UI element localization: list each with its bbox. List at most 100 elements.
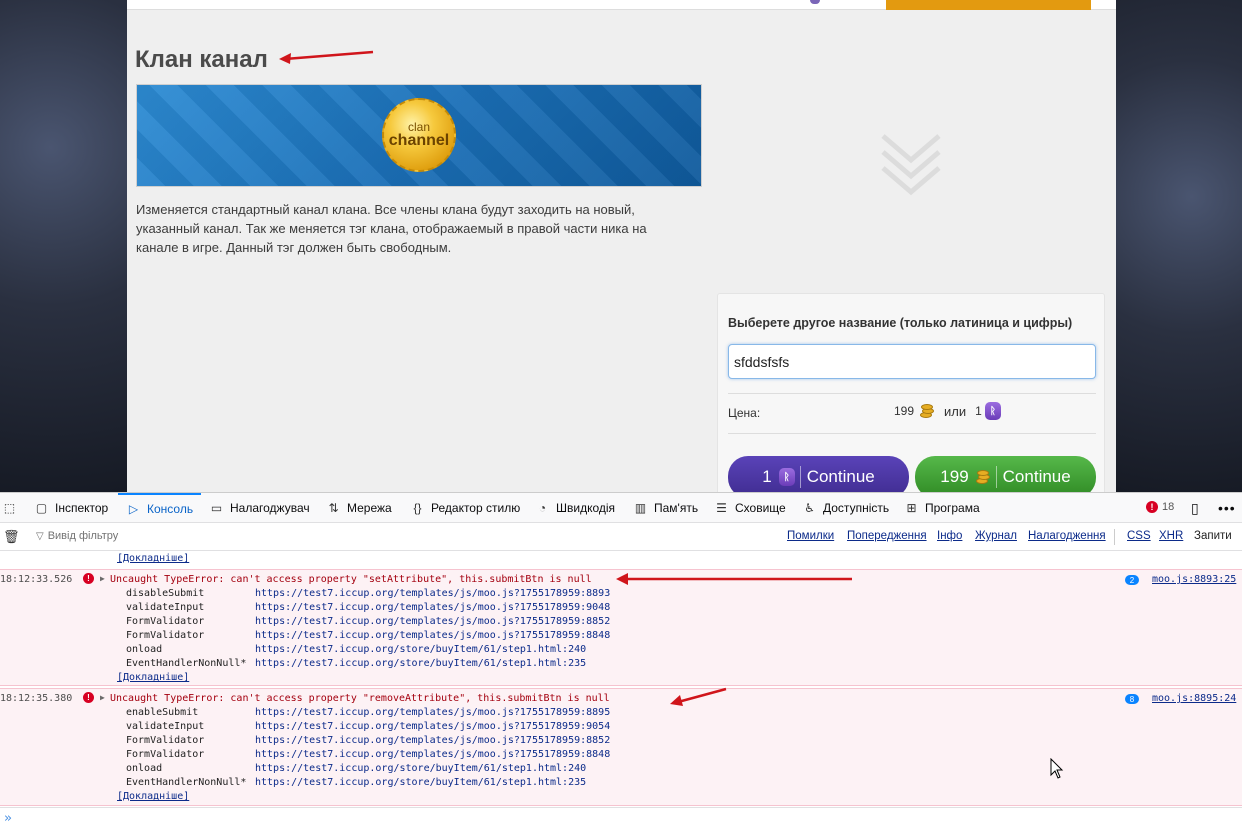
price-label: Цена: — [728, 406, 761, 420]
purchase-form: Выберете другое название (только латиниц… — [717, 293, 1105, 492]
price-values: 199 или 1 ᚱ — [894, 402, 1001, 420]
stack-url[interactable]: https://test7.iccup.org/store/buyItem/61… — [255, 763, 586, 774]
stack-url[interactable]: https://test7.iccup.org/store/buyItem/61… — [255, 658, 586, 669]
stack-function: disableSubmit — [126, 588, 205, 599]
filter-debug[interactable]: Налагодження — [1028, 530, 1106, 542]
stack-url[interactable]: https://test7.iccup.org/templates/js/moo… — [255, 588, 610, 599]
filter-xhr[interactable]: XHR — [1159, 530, 1183, 542]
filter-placeholder: Вивід фільтру — [47, 530, 119, 542]
error-message[interactable]: Uncaught TypeError: can't access propert… — [110, 693, 610, 704]
clan-channel-coin-icon: clan channel — [382, 98, 456, 172]
btn-rune-label: Continue — [806, 467, 875, 486]
expand-triangle-icon[interactable]: ▶ — [100, 693, 105, 702]
stack-url[interactable]: https://test7.iccup.org/store/buyItem/61… — [255, 777, 586, 788]
tab-debugger[interactable]: ▭ Налагоджувач — [209, 493, 310, 523]
filter-info[interactable]: Інфо — [937, 530, 962, 542]
repeat-count-badge: 2 — [1125, 575, 1139, 585]
tab-storage[interactable]: ☰ Сховище — [714, 493, 786, 523]
filter-css[interactable]: CSS — [1127, 530, 1151, 542]
stack-url[interactable]: https://test7.iccup.org/templates/js/moo… — [255, 749, 610, 760]
tab-label: Доступність — [823, 501, 890, 515]
filter-requests[interactable]: Запити — [1194, 530, 1232, 542]
tab-memory[interactable]: ▥ Пам'ять — [633, 493, 698, 523]
btn-rune-amount: 1 — [762, 467, 772, 486]
continue-gold-button[interactable]: 199 Continue — [915, 456, 1096, 492]
header-icon[interactable] — [810, 0, 820, 4]
prompt-chevron-icon: » — [4, 811, 12, 826]
error-location-link[interactable]: moo.js:8893:25 — [1152, 574, 1236, 585]
tab-inspector[interactable]: ▢ Інспектор — [34, 493, 108, 523]
tab-label: Швидкодія — [556, 501, 616, 515]
learn-more-link[interactable]: [Докладніше] — [117, 791, 189, 802]
divider — [728, 393, 1096, 394]
channel-name-input[interactable] — [728, 344, 1096, 379]
error-icon: ! — [1146, 501, 1158, 513]
picker-icon: ⬚ — [3, 501, 16, 515]
stack-url[interactable]: https://test7.iccup.org/templates/js/moo… — [255, 735, 610, 746]
responsive-mode-icon[interactable]: ▯ — [1191, 493, 1199, 523]
more-options-icon[interactable]: ••• — [1218, 493, 1236, 523]
accessibility-icon: ♿ — [804, 501, 815, 515]
error-timestamp: 18:12:35.380 — [0, 693, 73, 704]
console-icon: ▷ — [128, 502, 139, 516]
stack-url[interactable]: https://test7.iccup.org/templates/js/moo… — [255, 721, 610, 732]
rune-icon: ᚱ — [984, 402, 1001, 420]
tab-style-editor[interactable]: {} Редактор стилю — [410, 493, 520, 523]
clear-console-icon[interactable]: 🗑 — [3, 529, 20, 545]
tab-network[interactable]: ⇅ Мережа — [326, 493, 391, 523]
stack-function: EventHandlerNonNull* — [126, 777, 247, 788]
error-timestamp: 18:12:33.526 — [0, 574, 73, 585]
tab-label: Програма — [925, 501, 980, 515]
stack-function: FormValidator — [126, 616, 205, 627]
tab-application[interactable]: ⊞ Програма — [904, 493, 980, 523]
stack-function: validateInput — [126, 721, 205, 732]
header-accent-button[interactable] — [886, 0, 1091, 10]
price-rune-value: 1 — [975, 404, 982, 418]
console-error-entry: 18:12:35.380 ! ▶ Uncaught TypeError: can… — [0, 688, 1242, 806]
tab-label: Інспектор — [55, 501, 109, 515]
page-background-left — [0, 0, 127, 492]
error-count-value: 18 — [1162, 501, 1175, 513]
error-message[interactable]: Uncaught TypeError: can't access propert… — [110, 574, 592, 585]
memory-icon: ▥ — [634, 501, 647, 515]
tab-label: Редактор стилю — [431, 501, 521, 515]
learn-more-link[interactable]: [Докладніше] — [117, 553, 189, 564]
console-command-input[interactable]: » — [0, 807, 1242, 827]
button-divider — [799, 466, 801, 488]
filter-warnings[interactable]: Попередження — [847, 530, 927, 542]
btn-gold-amount: 199 — [940, 467, 969, 486]
stack-url[interactable]: https://test7.iccup.org/templates/js/moo… — [255, 630, 610, 641]
error-location-link[interactable]: moo.js:8895:24 — [1152, 693, 1236, 704]
stack-function: validateInput — [126, 602, 205, 613]
stack-url[interactable]: https://test7.iccup.org/templates/js/moo… — [255, 616, 610, 627]
storage-icon: ☰ — [716, 501, 727, 515]
grid-icon: ⊞ — [906, 501, 917, 515]
name-field-label: Выберете другое название (только латиниц… — [728, 316, 1073, 330]
gold-coins-icon — [973, 469, 991, 485]
page-title: Клан канал — [135, 46, 268, 73]
stack-function: FormValidator — [126, 735, 205, 746]
filter-errors[interactable]: Помилки — [787, 530, 834, 542]
error-counter[interactable]: ! 18 — [1146, 501, 1174, 513]
element-picker-button[interactable]: ⬚ — [2, 493, 23, 523]
clan-channel-banner: clan channel — [136, 84, 702, 187]
tab-accessibility[interactable]: ♿ Доступність — [802, 493, 889, 523]
repeat-count-badge: 8 — [1125, 694, 1139, 704]
stack-url[interactable]: https://test7.iccup.org/store/buyItem/61… — [255, 644, 586, 655]
filter-input[interactable]: ▽ Вивід фільтру — [36, 530, 118, 542]
continue-rune-button[interactable]: 1 ᚱ Continue — [728, 456, 909, 492]
stack-function: FormValidator — [126, 749, 205, 760]
console-toolbar: 🗑 ▽ Вивід фільтру Помилки Попередження І… — [0, 523, 1242, 551]
learn-more-link[interactable]: [Докладніше] — [117, 672, 189, 683]
tab-label: Налагоджувач — [230, 501, 310, 515]
btn-gold-label: Continue — [1002, 467, 1071, 486]
expand-triangle-icon[interactable]: ▶ — [100, 574, 105, 583]
tab-console[interactable]: ▷ Консоль — [118, 493, 202, 523]
tab-performance[interactable]: ◔ Швидкодія — [535, 493, 615, 523]
filter-log[interactable]: Журнал — [975, 530, 1017, 542]
gold-coins-icon — [917, 403, 935, 419]
stack-url[interactable]: https://test7.iccup.org/templates/js/moo… — [255, 707, 610, 718]
stack-url[interactable]: https://test7.iccup.org/templates/js/moo… — [255, 602, 610, 613]
error-icon: ! — [83, 692, 94, 703]
debugger-icon: ▭ — [210, 501, 223, 515]
